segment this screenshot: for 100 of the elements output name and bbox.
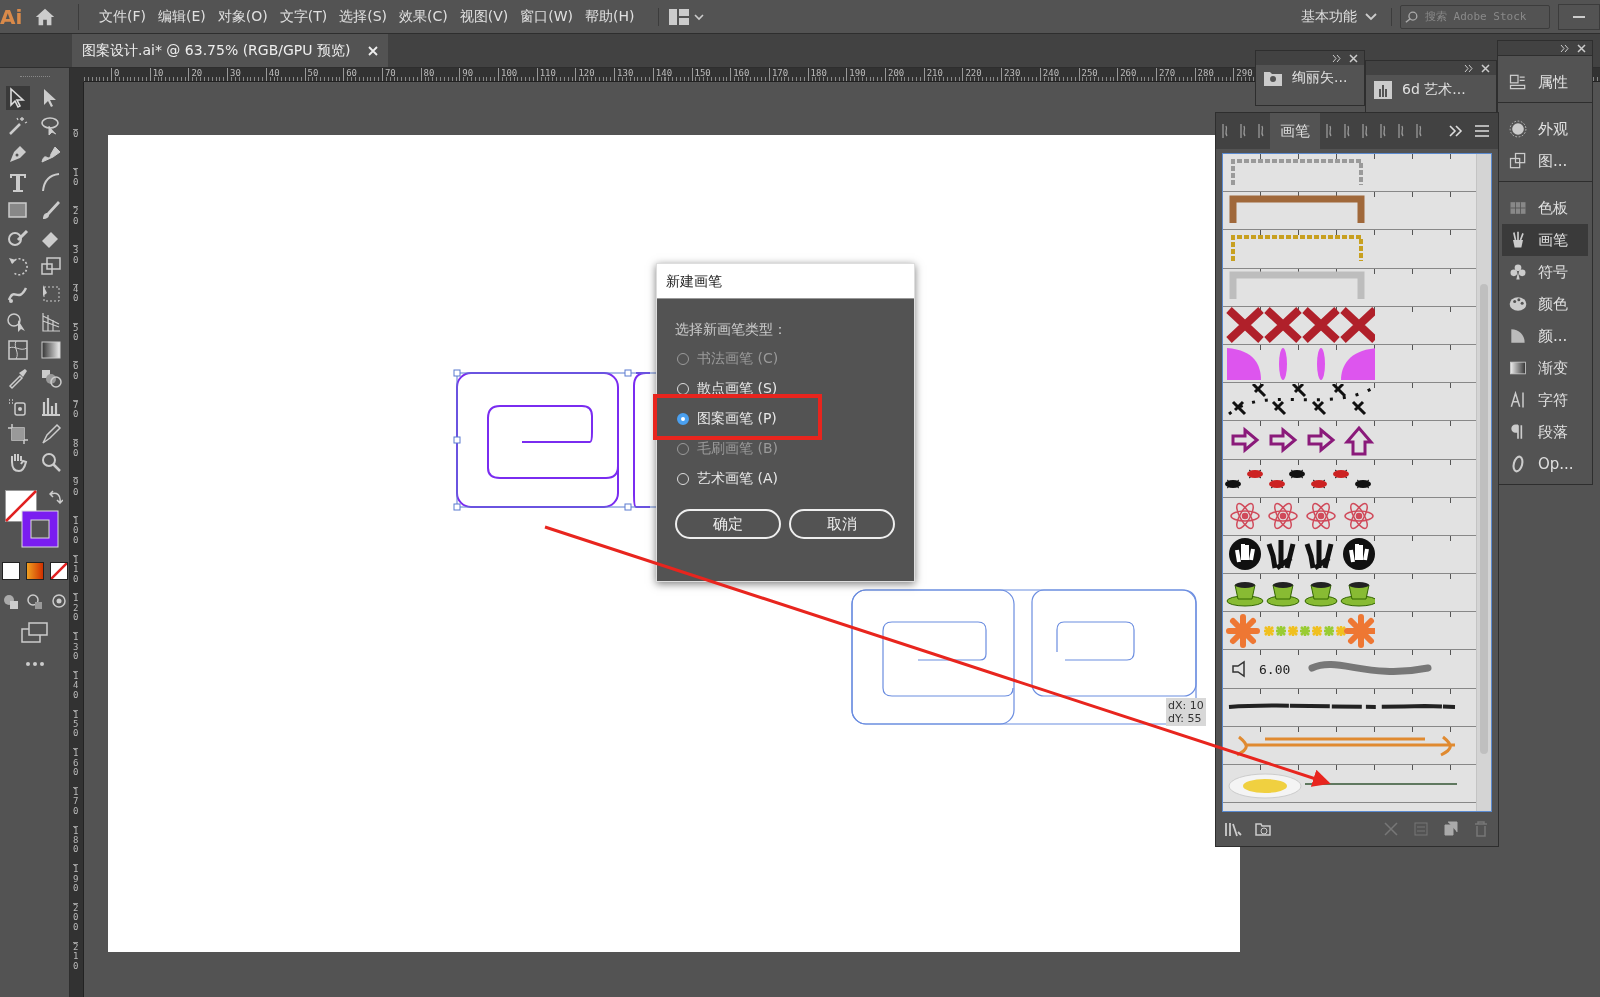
perspective-grid-icon[interactable]: [39, 310, 63, 334]
zoom-magnifier-icon[interactable]: [39, 450, 63, 474]
menu-item[interactable]: 视图(V): [453, 3, 515, 30]
layout-grid-icon[interactable]: [658, 7, 706, 26]
mesh-icon[interactable]: [6, 338, 30, 362]
panel-dock-item[interactable]: 外观: [1502, 113, 1588, 145]
option-label: 艺术画笔 (A): [697, 470, 778, 488]
menu-item[interactable]: 窗口(W): [514, 3, 579, 30]
ruler-label: 130: [614, 68, 634, 81]
color-swatch[interactable]: [1, 562, 20, 580]
collapse-chevron-icon[interactable]: [1464, 63, 1473, 73]
menu-item[interactable]: 文件(F): [93, 3, 152, 30]
ruler-label: 260: [1117, 68, 1137, 81]
slice-knife-icon[interactable]: [39, 422, 63, 446]
close-icon[interactable]: [1349, 53, 1358, 63]
ruler-label: 0: [73, 129, 79, 140]
ruler-label: 20: [188, 68, 203, 81]
ruler-label: 70: [73, 399, 79, 420]
brush-stroke-icon: [1397, 122, 1405, 140]
panel-dock-item[interactable]: 渐变: [1502, 352, 1588, 384]
ruler-label: 160: [73, 748, 79, 778]
ruler-label: 110: [536, 68, 556, 81]
screen-mode-icon[interactable]: [20, 622, 49, 644]
ruler-label: 120: [73, 593, 79, 623]
ruler-label: 120: [575, 68, 595, 81]
panel-dock-item[interactable]: 色板: [1502, 192, 1588, 224]
brush-row[interactable]: [1223, 688, 1476, 727]
panel-dock-item[interactable]: 段落: [1502, 416, 1588, 448]
menu-item[interactable]: 对象(O): [211, 3, 274, 30]
ruler-label: 240: [1039, 68, 1060, 81]
ok-button[interactable]: 确定: [675, 509, 781, 539]
close-icon[interactable]: [1481, 63, 1490, 73]
brush-row[interactable]: [1223, 421, 1476, 460]
ruler-label: 270: [1155, 68, 1176, 81]
option-label: 书法画笔 (C): [697, 350, 779, 368]
ruler-label: 30: [73, 245, 79, 265]
menu-item[interactable]: 文字(T): [273, 3, 334, 30]
workspace-switcher[interactable]: 基本功能: [1287, 7, 1392, 26]
menu-item[interactable]: 选择(S): [333, 3, 393, 30]
stroke-swatch[interactable]: [20, 510, 59, 548]
collapsed-panel-tab[interactable]: 绚丽矢...: [1256, 65, 1354, 91]
panel-dock-item[interactable]: 图...: [1502, 145, 1588, 177]
brush-library-icon[interactable]: [1224, 820, 1242, 838]
menu-item[interactable]: 效果(C): [393, 3, 454, 30]
ruler-label: 290: [1233, 68, 1253, 81]
panel-dock-item[interactable]: 画笔: [1502, 224, 1588, 256]
brush-row[interactable]: [1223, 383, 1476, 422]
option-label: 图案画笔 (P): [697, 410, 777, 428]
brush-row[interactable]: [1223, 574, 1476, 613]
brush-row[interactable]: [1223, 459, 1476, 498]
ruler-label: 140: [73, 670, 79, 701]
ruler-label: 80: [420, 68, 435, 81]
artboard-icon[interactable]: [6, 422, 30, 446]
scrollbar-track[interactable]: [1476, 154, 1491, 811]
new-brush-icon[interactable]: [1442, 820, 1460, 838]
ruler-label: 60: [343, 68, 358, 81]
ruler-label: 130: [73, 632, 79, 662]
ruler-label: 30: [227, 68, 241, 81]
more-dots-icon[interactable]: [24, 660, 45, 668]
panel-tab[interactable]: 画笔: [1270, 113, 1320, 149]
gradient-swatch[interactable]: [25, 562, 44, 580]
panel-dock-item[interactable]: 字符: [1502, 384, 1588, 416]
cancel-button[interactable]: 取消: [789, 509, 895, 539]
brush-stroke-icon: [1239, 122, 1247, 140]
ruler-label: 250: [1078, 68, 1098, 81]
brush-size: 6.00: [1259, 661, 1291, 677]
panel-dock-item[interactable]: 颜色: [1502, 288, 1588, 320]
brush-type-radio[interactable]: 艺术画笔 (A): [675, 465, 896, 493]
draw-normal-icon[interactable]: [1, 592, 20, 610]
eyedropper-icon[interactable]: [6, 366, 30, 390]
ruler-label: 70: [381, 68, 396, 81]
draw-inside-icon[interactable]: [49, 592, 68, 610]
menu-item[interactable]: 编辑(E): [152, 3, 212, 30]
dialog-title: 新建画笔: [657, 264, 914, 299]
libraries-cloud-icon[interactable]: [1254, 820, 1272, 838]
panel-dock-item[interactable]: 符号: [1502, 256, 1588, 288]
menu-icon[interactable]: [1474, 123, 1490, 139]
collapsed-panel-tab[interactable]: 6d 艺术...: [1366, 75, 1472, 105]
none-swatch[interactable]: [49, 562, 68, 580]
ruler-label: 280: [1194, 68, 1214, 81]
ruler-label: 200: [73, 903, 79, 933]
gradient-icon[interactable]: [39, 338, 63, 362]
collapse-chevron-icon[interactable]: [1332, 53, 1341, 63]
close-icon[interactable]: [1577, 43, 1586, 53]
document-tab[interactable]: 图案设计.ai* @ 63.75% (RGB/GPU 预览): [72, 34, 389, 67]
menu-item[interactable]: 帮助(H): [579, 3, 641, 30]
brush-stroke-icon: [1343, 122, 1351, 140]
collapse-chevron-icon[interactable]: [1560, 43, 1569, 53]
brush-row[interactable]: [1223, 535, 1476, 575]
panel-dock-item[interactable]: 颜...: [1502, 320, 1588, 352]
minimize-icon[interactable]: [1558, 3, 1600, 30]
draw-behind-icon[interactable]: [25, 592, 44, 610]
double-chevron-icon[interactable]: [1448, 123, 1464, 139]
panel-dock-item[interactable]: Op...: [1502, 448, 1588, 480]
ruler-label: 40: [73, 283, 79, 304]
brush-type-radio[interactable]: 图案画笔 (P): [675, 405, 896, 433]
swap-arrow-icon[interactable]: [48, 490, 63, 504]
brush-row[interactable]: 6.00: [1223, 650, 1476, 689]
ruler-label: 210: [73, 941, 79, 971]
scale-icon[interactable]: [39, 254, 63, 278]
